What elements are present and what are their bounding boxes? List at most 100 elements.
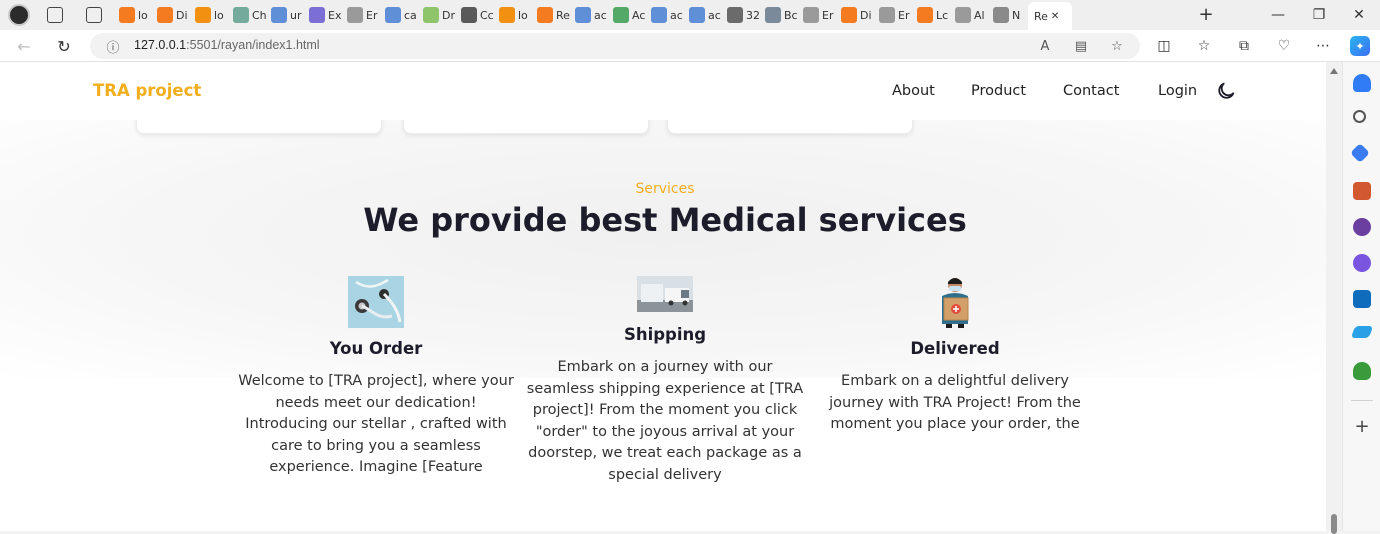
tab-favicon-icon — [765, 7, 781, 23]
tab-list: lo Di lo Ch ur Ex Er ca Dr Cc lo Re ac Ac ac ac 32 Bc Er Di… — [116, 0, 1072, 30]
delivery-truck-image — [637, 276, 693, 312]
tab-favicon-icon — [385, 7, 401, 23]
tools-icon[interactable] — [1353, 182, 1371, 200]
nav-contact[interactable]: Contact — [1063, 83, 1119, 99]
tab-favicon-icon — [271, 7, 287, 23]
browser-tab[interactable]: Lc — [914, 4, 952, 26]
courier-with-package-image — [942, 278, 969, 328]
browser-tab[interactable]: ac — [686, 4, 724, 26]
shopping-icon[interactable] — [1350, 143, 1370, 163]
active-browser-tab[interactable]: Re ✕ — [1028, 2, 1072, 30]
browser-tab[interactable]: Dr — [420, 4, 458, 26]
notifications-icon[interactable] — [1353, 74, 1371, 92]
split-screen-icon[interactable]: ◫ — [1154, 36, 1174, 56]
immersive-reader-icon[interactable]: ▤ — [1072, 37, 1090, 55]
stethoscope-image — [348, 276, 404, 328]
tab-label: Di — [860, 8, 872, 22]
tab-favicon-icon — [689, 7, 705, 23]
tab-label: ac — [670, 8, 683, 22]
search-icon[interactable] — [1353, 110, 1366, 123]
browser-tab[interactable]: Er — [800, 4, 838, 26]
tab-label: Dr — [442, 8, 455, 22]
copilot-icon[interactable]: ✦ — [1350, 36, 1370, 56]
tab-close-icon[interactable]: ✕ — [1051, 11, 1059, 22]
tab-label: Bc — [784, 8, 798, 22]
browser-tab[interactable]: Al — [952, 4, 990, 26]
service-title: Shipping — [623, 325, 707, 344]
tab-favicon-icon — [461, 7, 477, 23]
tab-favicon-icon — [727, 7, 743, 23]
games-icon[interactable] — [1353, 218, 1371, 236]
tab-favicon-icon — [347, 7, 363, 23]
tab-label: Er — [366, 8, 378, 22]
service-title: Delivered — [910, 339, 1000, 358]
service-description: Welcome to [TRA project], where your nee… — [238, 373, 514, 475]
nav-login[interactable]: Login — [1158, 83, 1197, 99]
browser-tab[interactable]: 32 — [724, 4, 762, 26]
tab-favicon-icon — [119, 7, 135, 23]
browser-tab[interactable]: lo — [116, 4, 154, 26]
browser-tab[interactable]: Di — [154, 4, 192, 26]
tab-favicon-icon — [917, 7, 933, 23]
tree-icon[interactable] — [1353, 362, 1371, 380]
browser-sidebar: + — [1342, 62, 1380, 531]
scroll-thumb[interactable] — [1331, 514, 1337, 534]
tab-favicon-icon — [233, 7, 249, 23]
tab-label: ac — [708, 8, 721, 22]
browser-tab[interactable]: Er — [876, 4, 914, 26]
tab-label: Re — [556, 8, 570, 22]
tab-label: Re — [1034, 9, 1048, 23]
tab-label: Ch — [252, 8, 267, 22]
favorites-icon[interactable]: ☆ — [1194, 36, 1214, 56]
tab-favicon-icon — [879, 7, 895, 23]
minimize-button[interactable]: — — [1255, 0, 1301, 30]
browser-tab[interactable]: ac — [648, 4, 686, 26]
page-scrollbar[interactable] — [1326, 62, 1342, 534]
url-text[interactable]: 127.0.0.1:5501/rayan/index1.html — [134, 38, 320, 52]
browser-tab[interactable]: N — [990, 4, 1028, 26]
browser-tab[interactable]: lo — [192, 4, 230, 26]
scroll-up-arrow[interactable] — [1330, 68, 1338, 74]
workspaces-icon[interactable] — [47, 7, 63, 23]
add-sidebar-app-icon[interactable]: + — [1353, 418, 1371, 436]
browser-tab[interactable]: ac — [572, 4, 610, 26]
collections-icon[interactable]: ⧉ — [1234, 36, 1254, 56]
brand-logo[interactable]: TRA project — [93, 81, 201, 100]
tab-favicon-icon — [613, 7, 629, 23]
site-header: TRA project About Product Contact Login — [0, 62, 1326, 120]
browser-tab[interactable]: lo — [496, 4, 534, 26]
browser-tab[interactable]: ca — [382, 4, 420, 26]
new-tab-button[interactable]: + — [1196, 5, 1216, 25]
browser-tab[interactable]: Di — [838, 4, 876, 26]
service-description: Embark on a delightful delivery journey … — [829, 373, 1081, 432]
browser-tab[interactable]: ur — [268, 4, 306, 26]
browser-tab[interactable]: Ch — [230, 4, 268, 26]
read-aloud-icon[interactable]: A — [1036, 37, 1054, 55]
close-window-button[interactable]: ✕ — [1336, 0, 1380, 30]
tab-label: ur — [290, 8, 302, 22]
dark-mode-moon-icon[interactable] — [1215, 80, 1237, 102]
nav-about[interactable]: About — [892, 83, 935, 99]
tab-label: lo — [138, 8, 148, 22]
settings-more-icon[interactable]: ⋯ — [1313, 36, 1333, 56]
tab-actions-icon[interactable] — [86, 7, 102, 23]
back-button[interactable]: ← — [10, 34, 38, 58]
browser-tab[interactable]: Cc — [458, 4, 496, 26]
favorite-star-icon[interactable]: ☆ — [1108, 37, 1126, 55]
refresh-button[interactable]: ↻ — [50, 34, 78, 58]
site-info-icon[interactable]: ⓘ — [104, 37, 122, 56]
browser-essentials-icon[interactable]: ♡ — [1274, 36, 1294, 56]
outlook-icon[interactable] — [1353, 290, 1371, 308]
browser-tab[interactable]: Er — [344, 4, 382, 26]
browser-tab[interactable]: Re — [534, 4, 572, 26]
microsoft-365-icon[interactable] — [1353, 254, 1371, 272]
browser-tab[interactable]: Bc — [762, 4, 800, 26]
browser-tab[interactable]: Ex — [306, 4, 344, 26]
address-bar[interactable]: ⓘ 127.0.0.1:5501/rayan/index1.html A ▤ ☆ — [90, 33, 1140, 59]
service-title: You Order — [329, 339, 423, 358]
browser-tab-strip: lo Di lo Ch ur Ex Er ca Dr Cc lo Re ac Ac ac ac 32 Bc Er Di… — [0, 0, 1380, 30]
nav-product[interactable]: Product — [971, 83, 1026, 99]
profile-avatar[interactable] — [8, 4, 30, 26]
send-icon[interactable] — [1350, 326, 1374, 338]
browser-tab[interactable]: Ac — [610, 4, 648, 26]
